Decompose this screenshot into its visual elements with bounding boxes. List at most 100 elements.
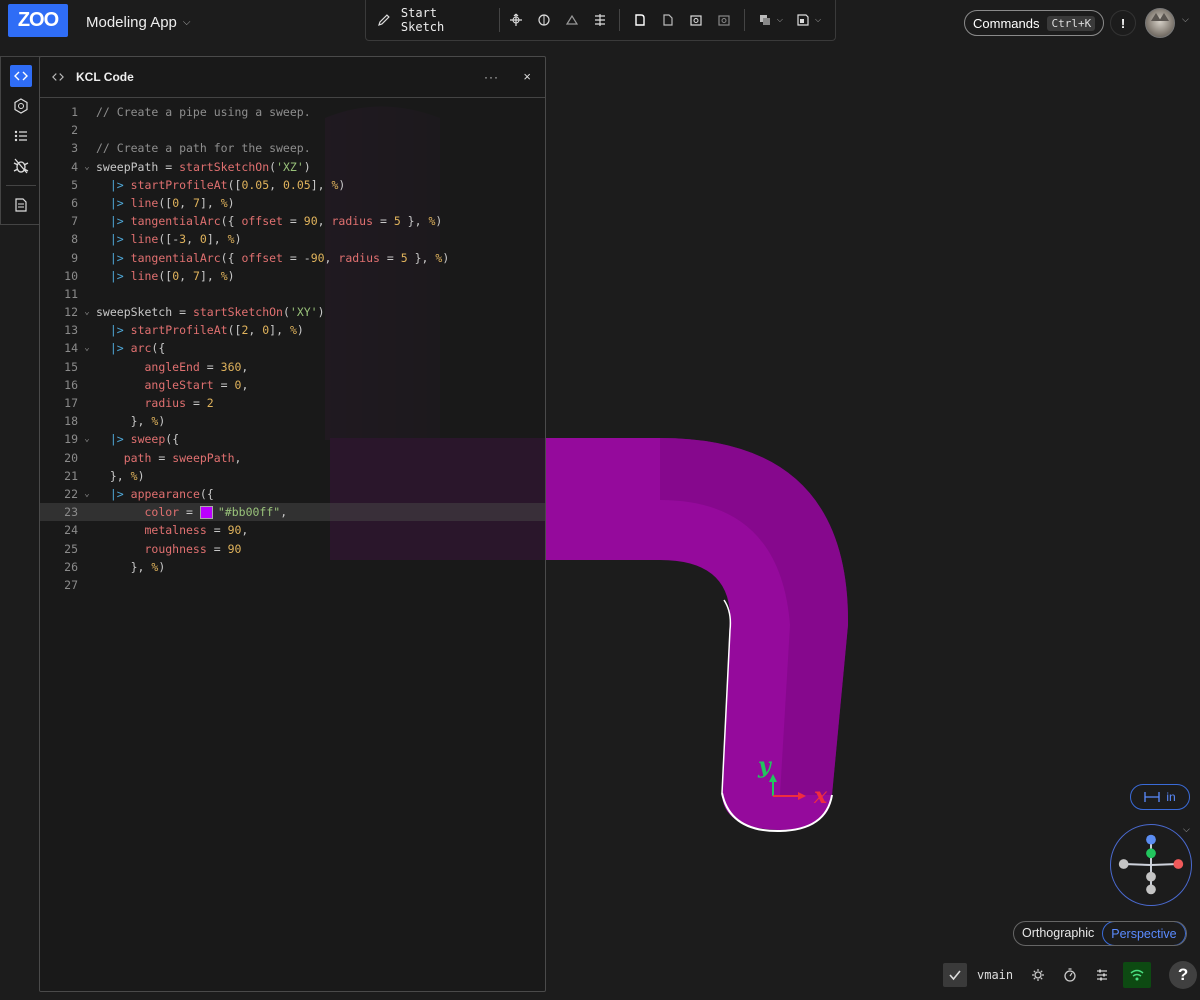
debug-pane-toggle[interactable] [10, 155, 32, 177]
logs-pane-toggle[interactable] [10, 194, 32, 216]
code-token: ) [234, 232, 242, 247]
chamfer-button[interactable] [656, 8, 680, 32]
boolean-dropdown[interactable]: ⌵ [753, 12, 787, 28]
code-line[interactable]: 1 // Create a pipe using a sweep. [40, 103, 545, 121]
commands-button[interactable]: Commands Ctrl+K [964, 10, 1105, 36]
panel-menu-button[interactable]: ··· [484, 70, 499, 84]
timer-button[interactable] [1059, 964, 1081, 986]
loft-button[interactable] [560, 8, 584, 32]
code-line[interactable]: 10 |> line([0, 7], %) [40, 267, 545, 285]
code-line[interactable]: 8 |> line([-3, 0], %) [40, 230, 545, 248]
code-token: = [373, 214, 394, 229]
code-line[interactable]: 19 ⌄ |> sweep({ [40, 430, 545, 448]
code-line[interactable]: 22 ⌄ |> appearance({ [40, 485, 545, 503]
shell-button[interactable] [684, 8, 708, 32]
perspective-option[interactable]: Perspective [1102, 922, 1186, 945]
extrude-button[interactable] [504, 8, 528, 32]
files-pane-toggle[interactable] [10, 95, 32, 117]
code-line[interactable]: 6 |> line([0, 7], %) [40, 194, 545, 212]
chevron-down-icon[interactable]: ⌵ [1183, 824, 1190, 835]
code-line[interactable]: 7 |> tangentialArc({ offset = 90, radius… [40, 212, 545, 230]
settings-button[interactable] [1027, 964, 1049, 986]
code-token: ) [435, 214, 443, 229]
color-swatch[interactable] [199, 506, 213, 520]
sweep-button[interactable] [588, 8, 612, 32]
code-icon [13, 71, 28, 81]
code-token: ([ [158, 268, 173, 283]
revolve-button[interactable] [532, 8, 556, 32]
zoo-logo[interactable]: ZOO [8, 4, 68, 37]
code-line[interactable]: 9 |> tangentialArc({ offset = -90, radiu… [40, 249, 545, 267]
code-token: ([ [158, 195, 173, 210]
code-line[interactable]: 25 roughness = 90 [40, 540, 545, 558]
start-sketch-label: Start Sketch [400, 6, 445, 34]
projection-toggle: Orthographic Perspective [1013, 921, 1187, 946]
code-token: % [220, 268, 228, 283]
code-editor[interactable]: 1// Create a pipe using a sweep. 2 3// Cre… [40, 103, 545, 594]
code-line[interactable]: 23 color = "#bb00ff", [40, 503, 545, 522]
code-line[interactable]: 5 |> startProfileAt([0.05, 0.05], %) [40, 176, 545, 194]
branch-label[interactable]: vmain [977, 968, 1013, 982]
code-line[interactable]: 12 ⌄ sweepSketch = startSketchOn('XY') [40, 303, 545, 321]
code-text: }, %) [96, 412, 166, 430]
checkmark-button[interactable] [943, 963, 967, 987]
fold-chevron-icon[interactable]: ⌄ [78, 430, 96, 448]
code-token: angleStart [144, 377, 214, 392]
code-line[interactable]: 16 angleStart = 0, [40, 376, 545, 394]
app-name-menu[interactable]: Modeling App ⌵ [86, 14, 191, 31]
alert-button[interactable]: ! [1110, 10, 1136, 36]
code-line[interactable]: 11 [40, 285, 545, 303]
code-token: 360 [220, 359, 242, 374]
fold-chevron-icon[interactable]: ⌄ [78, 158, 96, 176]
fold-chevron-icon[interactable]: ⌄ [78, 485, 96, 503]
code-line[interactable]: 4 ⌄ sweepPath = startSketchOn('XZ') [40, 158, 545, 176]
network-status[interactable] [1123, 962, 1152, 988]
code-token: startProfileAt [130, 177, 228, 192]
chevron-down-icon[interactable]: ⌵ [1182, 14, 1189, 25]
code-line[interactable]: 27 [40, 576, 545, 594]
code-line[interactable]: 17 radius = 2 [40, 394, 545, 412]
orientation-gizmo[interactable] [1110, 824, 1192, 906]
line-number: 11 [64, 286, 78, 301]
panel-close-button[interactable]: × [523, 69, 531, 84]
code-token: ( [282, 305, 290, 320]
preferences-button[interactable] [1091, 964, 1113, 986]
code-line[interactable]: 3 // Create a path for the sweep. [40, 139, 545, 157]
side-rail [0, 56, 40, 225]
plane-dropdown[interactable]: ⌵ [791, 12, 825, 28]
code-token: % [130, 468, 138, 483]
code-line[interactable]: 24 metalness = 90, [40, 521, 545, 539]
code-line[interactable]: 26 }, %) [40, 558, 545, 576]
bug-icon [13, 158, 28, 174]
code-line[interactable]: 15 angleEnd = 360, [40, 358, 545, 376]
fold-chevron-icon[interactable]: ⌄ [78, 339, 96, 357]
code-text: |> line([-3, 0], %) [96, 230, 242, 248]
start-sketch-button[interactable]: Start Sketch [376, 6, 501, 34]
units-button[interactable]: in [1130, 784, 1190, 810]
code-line[interactable]: 13 |> startProfileAt([2, 0], %) [40, 321, 545, 339]
user-avatar[interactable] [1145, 8, 1175, 38]
fillet-button[interactable] [628, 8, 652, 32]
code-line[interactable]: 20 path = sweepPath, [40, 449, 545, 467]
orthographic-option[interactable]: Orthographic [1014, 922, 1102, 945]
code-line[interactable]: 21 }, %) [40, 467, 545, 485]
line-number: 16 [64, 377, 78, 392]
code-line[interactable]: 14 ⌄ |> arc({ [40, 339, 545, 357]
fold-chevron-icon[interactable]: ⌄ [78, 303, 96, 321]
feature-tree-toggle[interactable] [10, 125, 32, 147]
hole-button[interactable] [712, 8, 736, 32]
code-pane-toggle[interactable] [9, 65, 32, 87]
line-number: 18 [64, 414, 78, 429]
code-line[interactable]: 2 [40, 121, 545, 139]
code-line[interactable]: 18 }, %) [40, 412, 545, 430]
modeling-toolbar: Start Sketch ⌵ ⌵ [365, 0, 836, 41]
help-button[interactable]: ? [1169, 961, 1198, 989]
